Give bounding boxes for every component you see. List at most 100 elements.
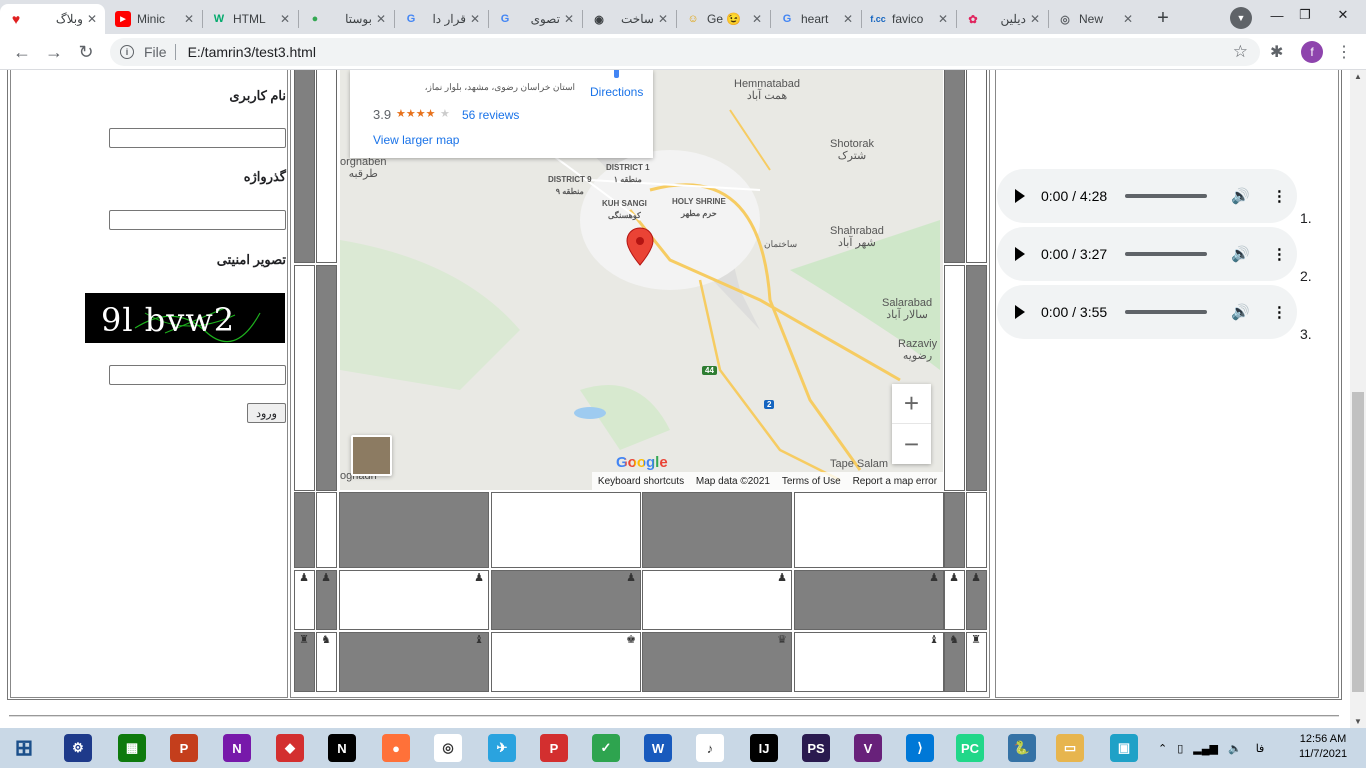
audio-progress[interactable] [1125,310,1208,314]
username-input[interactable] [109,128,286,148]
tiktok-icon[interactable]: ♪ [696,734,724,762]
forward-icon[interactable]: → [42,40,66,64]
tab-heart[interactable]: G heart ✕ [771,4,861,34]
anydesk-icon[interactable]: ◆ [276,734,304,762]
play-icon[interactable] [1015,305,1025,319]
more-icon[interactable]: ⋮ [1272,245,1287,263]
chess-piece[interactable]: ♟ [777,573,787,584]
chess-piece[interactable]: ♛ [777,635,787,646]
close-icon[interactable]: ✕ [658,12,668,26]
audio-progress[interactable] [1125,252,1208,256]
language-indicator[interactable]: فا [1256,742,1265,755]
close-icon[interactable]: ✕ [376,12,386,26]
google-map[interactable]: Hemmatabad همت آباد Shotorak شترک Shahraba… [340,70,943,490]
battery-icon[interactable]: ▯ [1177,742,1183,755]
audio-player[interactable]: 0:00 / 3:55 🔊 ⋮ [997,285,1297,339]
settings-icon[interactable]: ⚙ [64,734,92,762]
tab-weblog[interactable]: ♥ وبلاگ ✕ [0,4,105,34]
more-icon[interactable]: ⋮ [1272,303,1287,321]
tab-emoji[interactable]: ☺ Ge 😉 ✕ [677,4,770,34]
audio-player[interactable]: 0:00 / 4:28 🔊 ⋮ [997,169,1297,223]
chess-piece[interactable]: ♟ [474,573,484,584]
vpn-icon[interactable]: ✓ [592,734,620,762]
view-larger-map-link[interactable]: View larger map [373,133,459,147]
tab-favicon[interactable]: f.cc favico ✕ [862,4,956,34]
close-icon[interactable]: ✕ [280,12,290,26]
netflix-icon[interactable]: N [328,734,356,762]
volume-icon[interactable]: 🔊 [1231,187,1250,205]
telegram-icon[interactable]: ✈ [488,734,516,762]
close-icon[interactable]: ✕ [564,12,574,26]
close-icon[interactable]: ✕ [1030,12,1040,26]
chess-piece[interactable]: ♜ [971,635,981,646]
tab-maps[interactable]: ● بوستا ✕ [299,4,394,34]
volume-tray-icon[interactable]: 🔈 [1228,742,1242,755]
chess-piece[interactable]: ♝ [474,635,484,646]
address-bar[interactable]: i File E:/tamrin3/test3.html ☆ [110,38,1260,66]
python-icon[interactable]: 🐍 [1008,734,1036,762]
profile-avatar[interactable]: f [1301,41,1323,63]
info-icon[interactable]: i [120,45,134,59]
extensions-icon[interactable]: ✱ [1270,42,1283,62]
chess-piece[interactable]: ♚ [626,635,636,646]
chess-piece[interactable]: ♞ [949,635,959,646]
keyboard-shortcuts-link[interactable]: Keyboard shortcuts [598,476,684,487]
board-cell[interactable]: ♟ [966,570,987,630]
chess-piece[interactable]: ♟ [321,573,331,584]
close-icon[interactable]: ✕ [470,12,480,26]
directions-icon[interactable] [614,70,619,78]
chess-piece[interactable]: ♟ [299,573,309,584]
scroll-up-icon[interactable]: ▲ [1354,72,1362,81]
phpstorm-icon[interactable]: PS [802,734,830,762]
reviews-link[interactable]: 56 reviews [462,108,519,122]
board-cell[interactable]: ♟ [316,570,337,630]
more-icon[interactable]: ⋮ [1272,187,1287,205]
board-cell[interactable]: ♟ [491,570,641,630]
chess-piece[interactable]: ♟ [626,573,636,584]
tab-new[interactable]: ◎ New ✕ [1049,4,1141,34]
play-icon[interactable] [1015,189,1025,203]
zoom-in-button[interactable]: + [892,384,931,424]
board-cell[interactable] [316,492,337,568]
close-icon[interactable]: ✕ [843,12,853,26]
chess-piece[interactable]: ♜ [299,635,309,646]
menu-icon[interactable]: ⋮ [1336,42,1352,62]
satellite-toggle-button[interactable] [351,435,392,476]
volume-icon[interactable]: 🔊 [1231,303,1250,321]
tab-minic[interactable]: ▶ Minic ✕ [107,4,202,34]
submit-button[interactable]: ورود [247,403,286,423]
back-icon[interactable]: ← [10,40,34,64]
map-pin-icon[interactable] [626,227,654,267]
page-scrollbar[interactable]: ▲ ▼ [1350,70,1366,728]
pycharm-icon[interactable]: PC [956,734,984,762]
board-cell[interactable]: ♜ [294,632,315,692]
chess-piece[interactable]: ♟ [929,573,939,584]
board-cell[interactable] [944,492,965,568]
minimize-button[interactable]: — [1262,2,1292,28]
board-cell[interactable]: ♟ [339,570,489,630]
powerpoint-icon[interactable]: P [170,734,198,762]
show-hidden-icon[interactable]: ⌃ [1158,742,1167,755]
restore-button[interactable]: ❐ [1290,2,1320,28]
chrome-icon[interactable]: ◎ [434,734,462,762]
url-text[interactable]: E:/tamrin3/test3.html [188,44,316,60]
board-cell[interactable] [642,492,792,568]
board-cell[interactable] [794,492,944,568]
onenote-icon[interactable]: N [223,734,251,762]
board-cell[interactable]: ♛ [642,632,792,692]
board-cell[interactable] [294,492,315,568]
file-explorer-icon[interactable]: ▭ [1056,734,1084,762]
chess-piece[interactable]: ♟ [949,573,959,584]
psiphon-icon[interactable]: P [540,734,568,762]
board-cell[interactable] [966,492,987,568]
audio-player[interactable]: 0:00 / 3:27 🔊 ⋮ [997,227,1297,281]
report-link[interactable]: Report a map error [853,476,937,487]
board-cell[interactable]: ♚ [491,632,641,692]
chess-piece[interactable]: ♝ [929,635,939,646]
scroll-down-icon[interactable]: ▼ [1354,717,1362,726]
close-icon[interactable]: ✕ [184,12,194,26]
close-icon[interactable]: ✕ [87,12,97,26]
tab-dribbble[interactable]: ✿ دیلین ✕ [957,4,1048,34]
start-icon[interactable]: ⊞ [10,734,38,762]
close-icon[interactable]: ✕ [1123,12,1133,26]
